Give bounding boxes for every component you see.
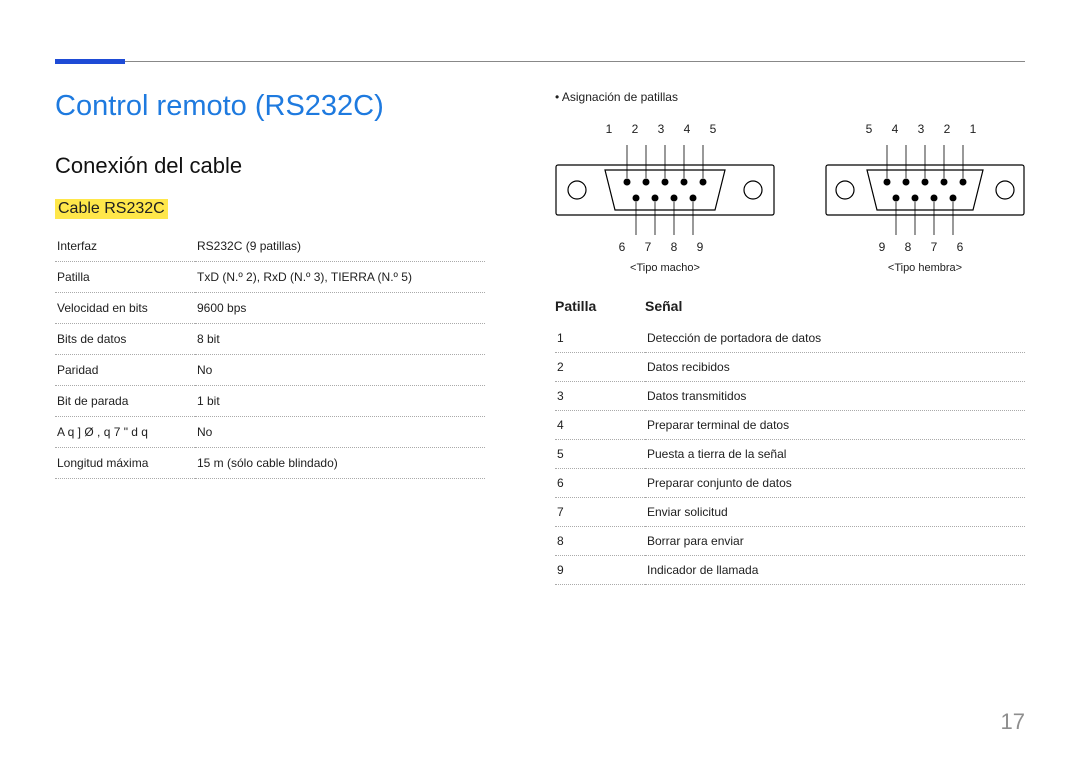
table-row: A q ] Ø , q 7 " d qNo — [55, 417, 485, 448]
left-column: Control remoto (RS232C) Conexión del cab… — [55, 90, 545, 585]
signal-pin: 9 — [555, 556, 645, 585]
signal-pin: 4 — [555, 411, 645, 440]
spec-key: Patilla — [55, 262, 195, 293]
signal-name: Indicador de llamada — [645, 556, 1025, 585]
section-heading: Conexión del cable — [55, 153, 545, 179]
connector-diagrams: 1 2 3 4 5 — [555, 122, 1025, 274]
bullet-assignment: Asignación de patillas — [555, 90, 1025, 104]
db9-female-icon — [825, 140, 1025, 240]
signal-pin: 5 — [555, 440, 645, 469]
table-row: Velocidad en bits9600 bps — [55, 293, 485, 324]
right-column: Asignación de patillas 1 2 3 4 5 — [545, 90, 1025, 585]
spec-key: Bit de parada — [55, 386, 195, 417]
header-rule — [55, 61, 1025, 62]
table-row: 9Indicador de llamada — [555, 556, 1025, 585]
table-row: Longitud máxima15 m (sólo cable blindado… — [55, 448, 485, 479]
signal-table: 1Detección de portadora de datos2Datos r… — [555, 324, 1025, 585]
signal-name: Detección de portadora de datos — [645, 324, 1025, 353]
table-row: Bits de datos8 bit — [55, 324, 485, 355]
spec-value: 1 bit — [195, 386, 485, 417]
female-bottom-pins: 9 8 7 6 — [825, 240, 1025, 254]
table-row: 3Datos transmitidos — [555, 382, 1025, 411]
table-row: 5Puesta a tierra de la señal — [555, 440, 1025, 469]
connector-male: 1 2 3 4 5 — [555, 122, 775, 274]
signal-name: Puesta a tierra de la señal — [645, 440, 1025, 469]
signal-name: Datos transmitidos — [645, 382, 1025, 411]
table-row: Bit de parada1 bit — [55, 386, 485, 417]
table-row: 7Enviar solicitud — [555, 498, 1025, 527]
spec-value: RS232C (9 patillas) — [195, 231, 485, 262]
page-title: Control remoto (RS232C) — [55, 90, 545, 123]
signal-pin: 3 — [555, 382, 645, 411]
male-label: <Tipo macho> — [555, 262, 775, 274]
subsection-heading: Cable RS232C — [55, 199, 168, 219]
signal-pin: 7 — [555, 498, 645, 527]
table-row: 4Preparar terminal de datos — [555, 411, 1025, 440]
header-pin: Patilla — [555, 298, 645, 314]
spec-key: Longitud máxima — [55, 448, 195, 479]
male-top-pins: 1 2 3 4 5 — [555, 122, 775, 136]
table-row: 2Datos recibidos — [555, 353, 1025, 382]
signal-table-header: Patilla Señal — [555, 294, 1025, 324]
page-number: 17 — [1001, 709, 1025, 735]
spec-value: No — [195, 417, 485, 448]
connector-female: 5 4 3 2 1 — [825, 122, 1025, 274]
spec-value: 9600 bps — [195, 293, 485, 324]
table-row: 8Borrar para enviar — [555, 527, 1025, 556]
table-row: PatillaTxD (N.º 2), RxD (N.º 3), TIERRA … — [55, 262, 485, 293]
signal-pin: 1 — [555, 324, 645, 353]
spec-value: TxD (N.º 2), RxD (N.º 3), TIERRA (N.º 5) — [195, 262, 485, 293]
header-accent — [55, 59, 125, 64]
table-row: 6Preparar conjunto de datos — [555, 469, 1025, 498]
female-top-pins: 5 4 3 2 1 — [825, 122, 1025, 136]
table-row: 1Detección de portadora de datos — [555, 324, 1025, 353]
db9-male-icon — [555, 140, 775, 240]
spec-table: InterfazRS232C (9 patillas)PatillaTxD (N… — [55, 231, 485, 479]
spec-key: Velocidad en bits — [55, 293, 195, 324]
spec-value: 8 bit — [195, 324, 485, 355]
signal-name: Borrar para enviar — [645, 527, 1025, 556]
signal-name: Datos recibidos — [645, 353, 1025, 382]
female-label: <Tipo hembra> — [825, 262, 1025, 274]
table-row: ParidadNo — [55, 355, 485, 386]
spec-value: No — [195, 355, 485, 386]
table-row: InterfazRS232C (9 patillas) — [55, 231, 485, 262]
signal-pin: 8 — [555, 527, 645, 556]
male-bottom-pins: 6 7 8 9 — [555, 240, 775, 254]
signal-name: Enviar solicitud — [645, 498, 1025, 527]
signal-name: Preparar terminal de datos — [645, 411, 1025, 440]
signal-name: Preparar conjunto de datos — [645, 469, 1025, 498]
content-area: Control remoto (RS232C) Conexión del cab… — [55, 90, 1025, 585]
header-signal: Señal — [645, 298, 682, 314]
signal-pin: 2 — [555, 353, 645, 382]
signal-pin: 6 — [555, 469, 645, 498]
spec-value: 15 m (sólo cable blindado) — [195, 448, 485, 479]
spec-key: Paridad — [55, 355, 195, 386]
spec-key: Bits de datos — [55, 324, 195, 355]
spec-key: Interfaz — [55, 231, 195, 262]
spec-key: A q ] Ø , q 7 " d q — [55, 417, 195, 448]
